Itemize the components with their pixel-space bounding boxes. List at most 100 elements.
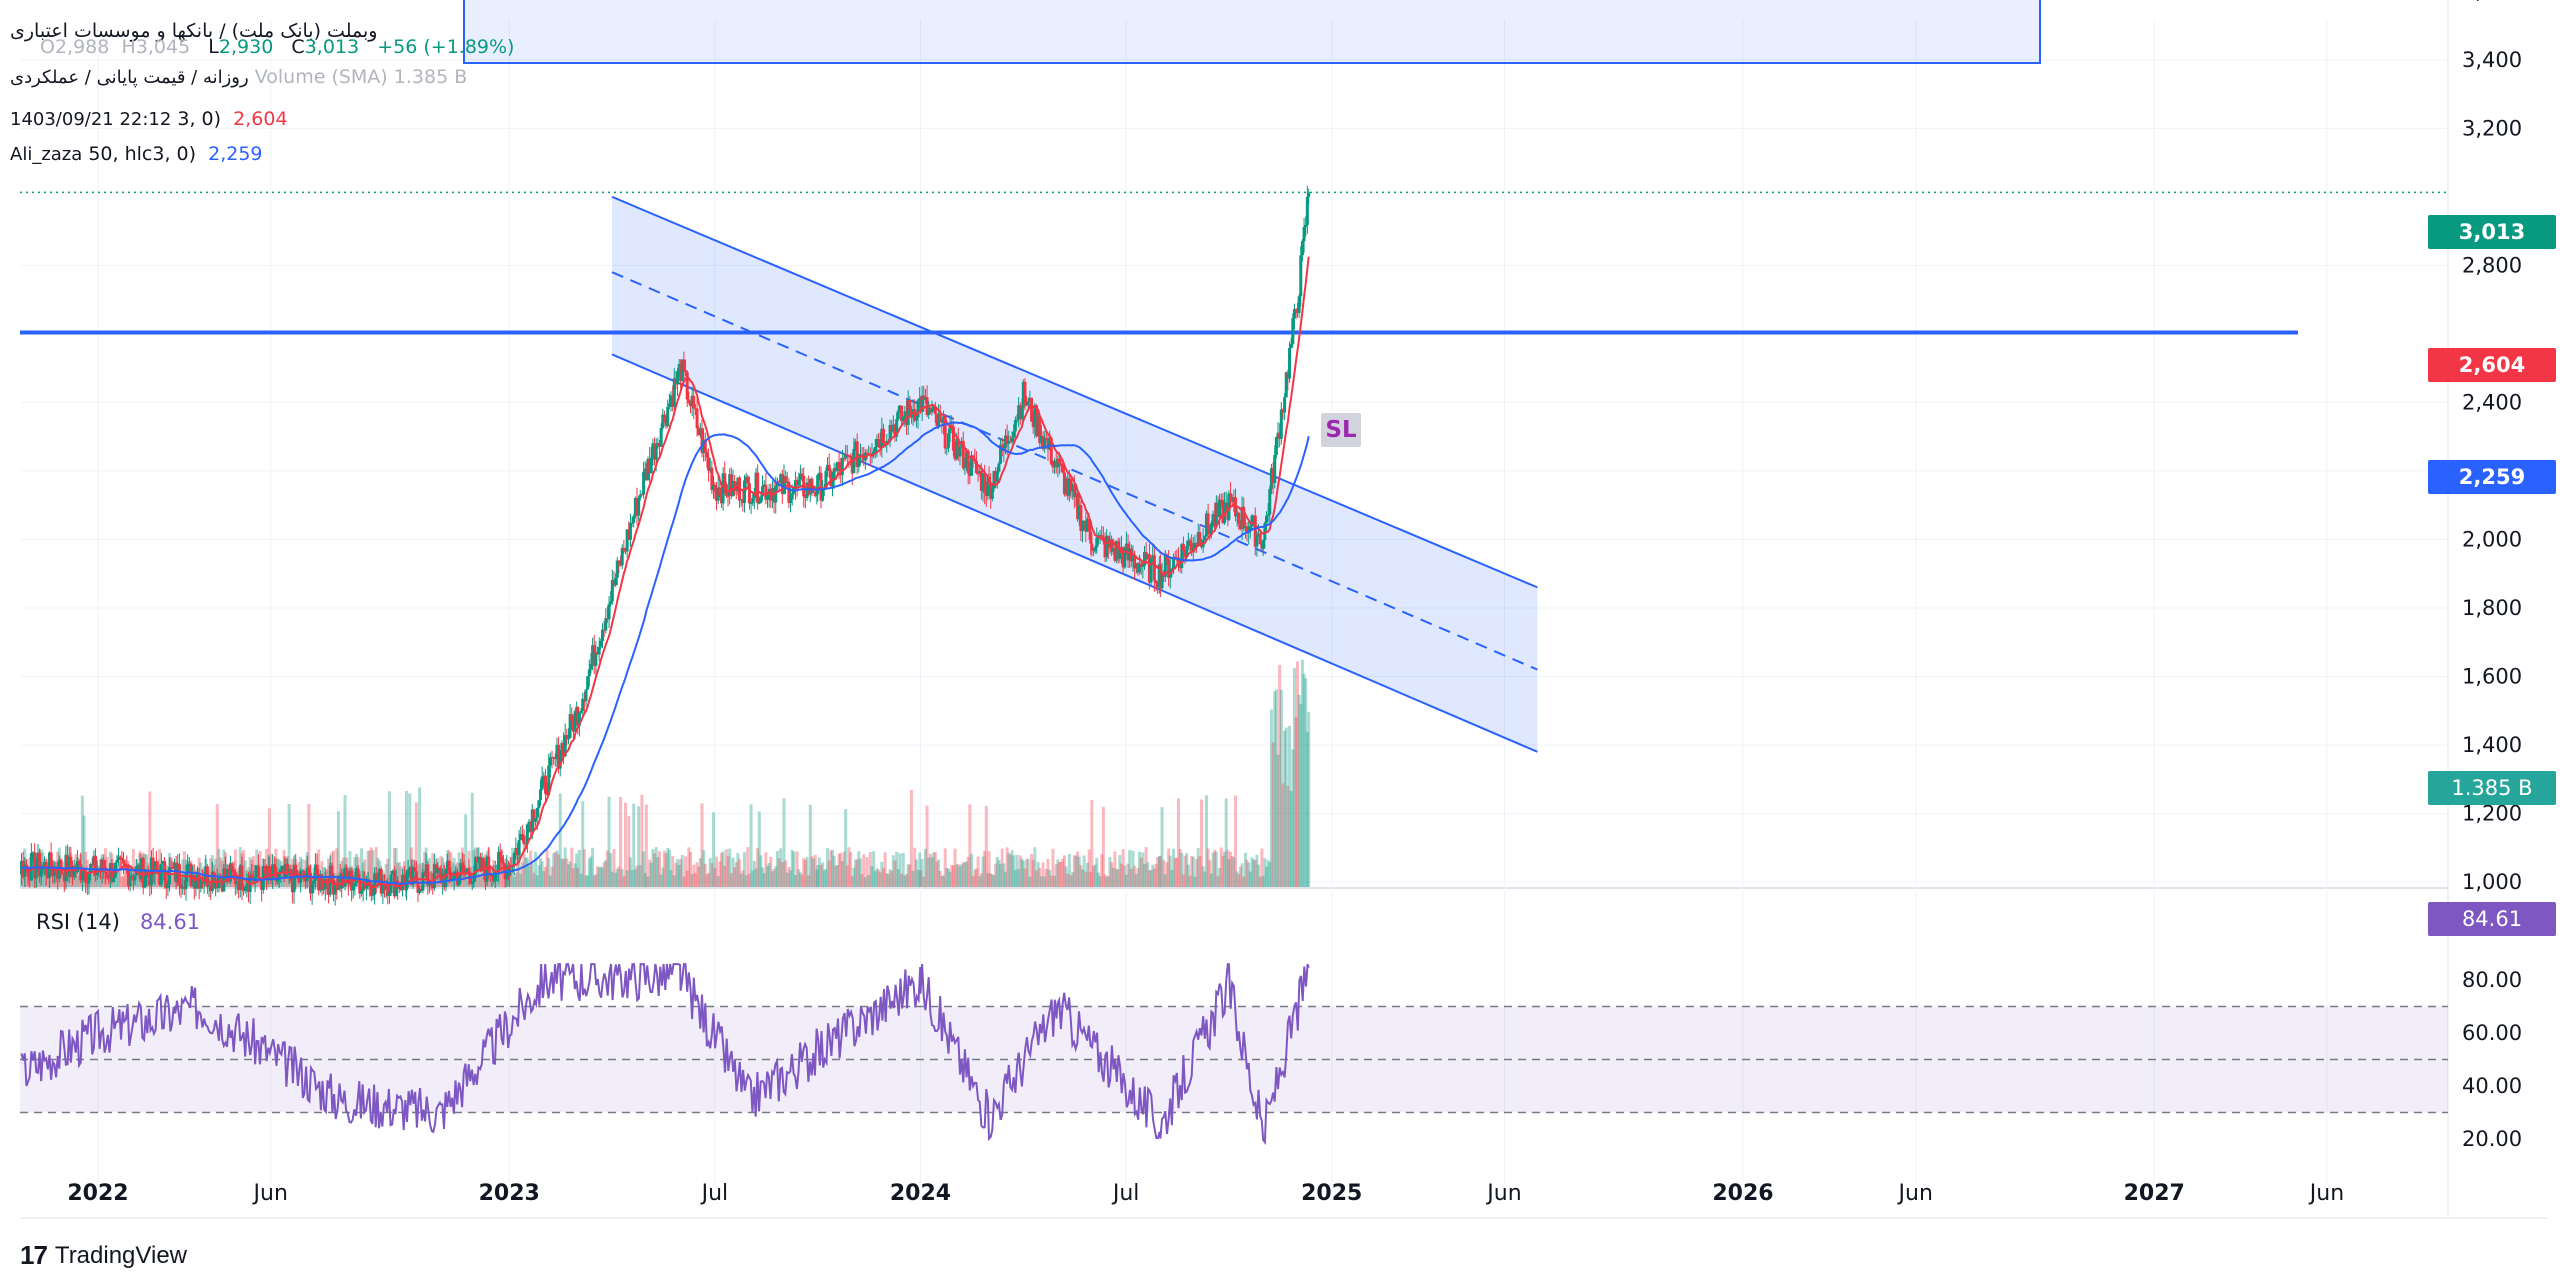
candle-body	[359, 891, 363, 894]
candle-body	[447, 860, 451, 872]
timeframe-label: روزانه / قیمت پایانی / عملکردی	[10, 67, 249, 88]
candle-body	[1289, 343, 1293, 348]
ohlc-l-label: L	[208, 36, 219, 58]
volume-bar	[1307, 711, 1311, 887]
rsi-label: RSI (14)	[36, 910, 120, 934]
ma-fast-value: 2,604	[233, 108, 288, 130]
candle-body	[534, 818, 538, 822]
candle-body	[356, 868, 360, 879]
candle-body	[1059, 463, 1063, 466]
candle-body	[1188, 540, 1192, 543]
candle-body	[1141, 565, 1145, 567]
legend-ohlc-row: O2,988 H3,045 L2,930 C3,013 +56 (+1.89%)	[40, 38, 514, 57]
candle-body	[589, 663, 593, 670]
volume-bar	[644, 804, 648, 887]
candle-body	[501, 862, 505, 865]
candle-body	[930, 409, 934, 413]
candle-body	[1095, 537, 1099, 548]
candle-body	[615, 560, 619, 578]
candle-body	[1203, 536, 1207, 540]
price-tick-label: 1,800	[2462, 596, 2522, 620]
candle-body	[522, 835, 526, 845]
candle-body	[202, 881, 206, 884]
candle-body	[676, 370, 680, 385]
candle-body	[487, 856, 491, 874]
brand-name: TradingView	[54, 1241, 187, 1269]
candle-body	[896, 410, 900, 420]
rsi-tick-label: 80.00	[2462, 968, 2522, 992]
candle-body	[112, 877, 116, 883]
candle-body	[1010, 437, 1014, 442]
ma-slow-value: 2,259	[208, 143, 263, 165]
stop-loss-label[interactable]: SL	[1321, 413, 1361, 447]
candle-body	[837, 461, 841, 469]
candle-body	[406, 869, 410, 879]
rsi-legend[interactable]: RSI (14) 84.61	[36, 910, 200, 934]
candle-body	[353, 883, 357, 886]
time-tick-label: 2023	[479, 1181, 540, 1206]
candle-body	[1268, 488, 1272, 515]
rsi-value-tag: 84.61	[2428, 902, 2556, 936]
candle-body	[1229, 493, 1233, 502]
candle-body	[322, 889, 326, 891]
candle-body	[34, 868, 38, 879]
candle-body	[315, 864, 319, 875]
candle-body	[849, 456, 853, 458]
time-tick-label: Jun	[1897, 1181, 1933, 1206]
price-tick-label: 1,600	[2462, 664, 2522, 688]
candle-body	[1304, 224, 1308, 228]
candle-body	[789, 499, 793, 504]
candle-body	[649, 457, 653, 474]
time-tick-label: 2025	[1301, 1181, 1362, 1206]
candle-body	[604, 618, 608, 631]
candle-body	[1291, 318, 1295, 344]
candle-body	[713, 484, 717, 492]
chart-canvas[interactable]: 3,6003,4003,2002,8002,4002,2002,0001,800…	[0, 0, 2568, 1282]
candle-body	[742, 480, 746, 504]
time-tick-label: Jun	[1485, 1181, 1521, 1206]
candle-body	[751, 497, 755, 503]
candle-body	[1154, 580, 1158, 584]
candle-body	[682, 359, 686, 371]
candle-body	[543, 775, 547, 794]
candle-body	[1264, 515, 1268, 524]
ma-fast-params: 3, 0)	[177, 108, 222, 130]
candle-body	[1297, 296, 1301, 313]
candle-body	[1023, 381, 1027, 404]
candle-body	[1026, 401, 1030, 406]
candle-body	[718, 487, 722, 497]
candle-body	[573, 711, 577, 732]
candle-body	[256, 865, 260, 878]
ohlc-l-value: 2,930	[218, 36, 274, 58]
candle-body	[881, 428, 885, 444]
horizontal-level	[20, 191, 2448, 335]
candle-body	[120, 857, 124, 861]
time-tick-label: Jun	[2308, 1181, 2344, 1206]
candle-body	[1279, 409, 1283, 439]
candle-body	[685, 372, 689, 400]
candle-body	[840, 457, 844, 476]
candle-body	[1100, 535, 1104, 538]
price-tick-label: 3,600	[2462, 0, 2522, 3]
candle-body	[498, 851, 502, 857]
ma-fast-price-tag: 2,604	[2428, 348, 2556, 382]
candle-body	[945, 447, 949, 449]
ohlc-o-value: 2,988	[54, 36, 110, 58]
candle-body	[535, 807, 539, 819]
candle-body	[584, 689, 588, 702]
candle-body	[958, 446, 962, 457]
legend-ma-slow-row[interactable]: Ali_zaza 50, hlc3, 0) 2,259	[10, 145, 263, 164]
candle-body	[166, 884, 170, 889]
tradingview-brand[interactable]: 17 TradingView	[20, 1240, 187, 1271]
volume-value: 1.385 B	[393, 66, 468, 88]
candle-body	[1302, 227, 1306, 242]
time-tick-label: 2026	[1712, 1181, 1773, 1206]
price-tick-label: 2,800	[2462, 253, 2522, 277]
candle-body	[537, 800, 541, 808]
candle-body	[1300, 241, 1304, 256]
legend-ma-fast-row[interactable]: 1403/09/21 22:12 3, 0) 2,604	[10, 110, 288, 129]
candle-body	[622, 547, 626, 551]
candle-body	[914, 417, 918, 421]
ohlc-change: +56 (+1.89%)	[377, 36, 515, 58]
tradingview-logo-icon: 17	[20, 1240, 48, 1270]
